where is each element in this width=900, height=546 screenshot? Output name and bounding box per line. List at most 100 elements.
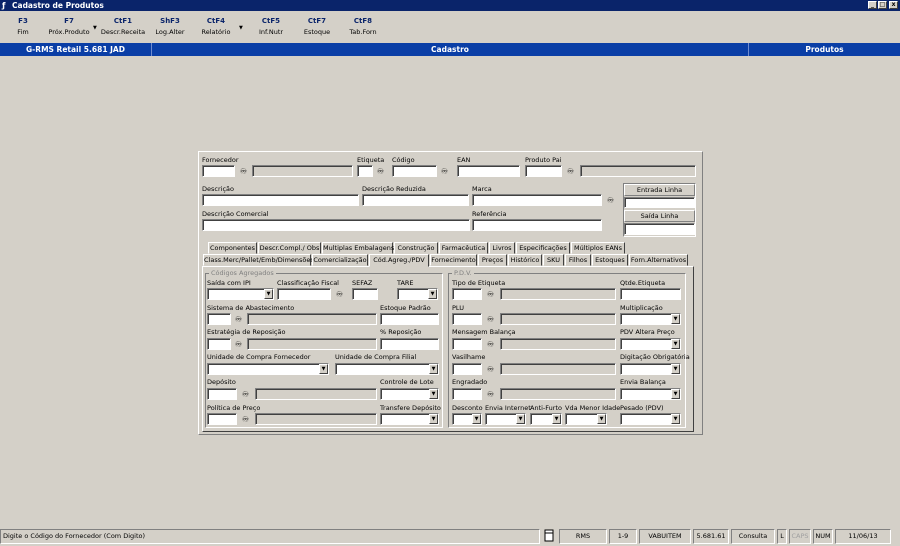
produto-pai-input[interactable] xyxy=(525,165,562,177)
chevron-down-icon[interactable]: ▼ xyxy=(264,289,273,299)
toolbar-tab-forn-button[interactable]: CtF8 Tab.Forn xyxy=(346,16,380,40)
codigo-input[interactable] xyxy=(392,165,437,177)
unidade-compra-filial-select[interactable]: ▼ xyxy=(335,363,439,375)
toolbar-inf-nutr-button[interactable]: CtF5 Inf.Nutr xyxy=(254,16,288,40)
chevron-down-icon[interactable]: ▼ xyxy=(671,389,680,399)
minimize-button[interactable]: _ xyxy=(868,1,877,9)
tab-fornecimento[interactable]: Fornecimento xyxy=(430,254,477,266)
chevron-down-icon[interactable]: ▼ xyxy=(671,414,680,424)
ean-input[interactable] xyxy=(457,165,520,177)
toolbar-log-alter-button[interactable]: ShF3 Log.Alter xyxy=(152,16,188,40)
binoculars-search-icon[interactable]: ♾ xyxy=(485,314,496,325)
transfere-deposito-select[interactable]: ▼ xyxy=(380,413,439,425)
desconto-select[interactable]: ▼ xyxy=(452,413,482,425)
dropdown-arrow-icon[interactable]: ▼ xyxy=(239,25,243,31)
mensagem-balanca-input[interactable] xyxy=(452,338,482,350)
vda-menor-idade-select[interactable]: ▼ xyxy=(565,413,607,425)
vasilhame-input[interactable] xyxy=(452,363,482,375)
multiplicacao-select[interactable]: ▼ xyxy=(620,313,681,325)
pdv-altera-preco-select[interactable]: ▼ xyxy=(620,338,681,350)
plu-input[interactable] xyxy=(452,313,482,325)
tab-cod-agreg-pdv[interactable]: Cód.Agreg./PDV xyxy=(369,254,429,267)
toolbar-proximo-produto-button[interactable]: F7 Próx.Produto xyxy=(45,16,93,40)
chevron-down-icon[interactable]: ▼ xyxy=(516,414,525,424)
tab-construcao[interactable]: Construção xyxy=(394,242,438,254)
binoculars-search-icon[interactable]: ♾ xyxy=(240,389,251,400)
tab-forn-alternativos[interactable]: Forn.Alternativos xyxy=(629,254,688,266)
binoculars-search-icon[interactable]: ♾ xyxy=(485,339,496,350)
tab-sku[interactable]: SKU xyxy=(543,254,564,266)
binoculars-search-icon[interactable]: ♾ xyxy=(375,166,386,177)
unidade-compra-fornecedor-select[interactable]: ▼ xyxy=(207,363,329,375)
tab-filhos[interactable]: Filhos xyxy=(565,254,591,266)
binoculars-search-icon[interactable]: ♾ xyxy=(233,314,244,325)
toolbar-relatorio-button[interactable]: CtF4 Relatório xyxy=(198,16,234,40)
controle-lote-select[interactable]: ▼ xyxy=(380,388,439,400)
toolbar-estoque-button[interactable]: CtF7 Estoque xyxy=(300,16,334,40)
tab-multiplos-eans[interactable]: Múltiplos EANs xyxy=(571,242,625,254)
chevron-down-icon[interactable]: ▼ xyxy=(597,414,606,424)
anti-furto-select[interactable]: ▼ xyxy=(530,413,562,425)
tab-class-merc[interactable]: Class.Merc/Pallet/Emb/Dimensões xyxy=(203,254,314,266)
tare-select[interactable]: ▼ xyxy=(397,288,438,300)
tipo-etiqueta-input[interactable] xyxy=(452,288,482,300)
tab-componentes[interactable]: Componentes xyxy=(208,242,257,254)
binoculars-search-icon[interactable]: ♾ xyxy=(605,195,616,206)
fornecedor-input[interactable] xyxy=(202,165,235,177)
tab-historico[interactable]: Histórico xyxy=(508,254,542,266)
binoculars-search-icon[interactable]: ♾ xyxy=(565,166,576,177)
descricao-input[interactable] xyxy=(202,194,359,206)
pct-reposicao-input[interactable] xyxy=(380,338,439,350)
tab-multiplas-embalagens[interactable]: Multiplas Embalagens xyxy=(322,242,394,254)
chevron-down-icon[interactable]: ▼ xyxy=(429,364,438,374)
tab-livros[interactable]: Livros xyxy=(489,242,515,254)
chevron-down-icon[interactable]: ▼ xyxy=(671,339,680,349)
chevron-down-icon[interactable]: ▼ xyxy=(552,414,561,424)
close-button[interactable]: x xyxy=(889,1,898,9)
pesado-pdv-select[interactable]: ▼ xyxy=(620,413,681,425)
chevron-down-icon[interactable]: ▼ xyxy=(429,414,438,424)
chevron-down-icon[interactable]: ▼ xyxy=(671,314,680,324)
binoculars-search-icon[interactable]: ♾ xyxy=(439,166,450,177)
chevron-down-icon[interactable]: ▼ xyxy=(472,414,481,424)
toolbar-fim-button[interactable]: F3 Fim xyxy=(8,16,38,40)
binoculars-search-icon[interactable]: ♾ xyxy=(233,339,244,350)
etiqueta-input[interactable] xyxy=(357,165,373,177)
tab-farmaceutica[interactable]: Farmacêutica xyxy=(439,242,488,254)
engradado-input[interactable] xyxy=(452,388,482,400)
binoculars-search-icon[interactable]: ♾ xyxy=(238,166,249,177)
referencia-input[interactable] xyxy=(472,219,602,231)
envia-internet-select[interactable]: ▼ xyxy=(485,413,526,425)
entrada-linha-field[interactable] xyxy=(624,197,695,208)
tab-precos[interactable]: Preços xyxy=(478,254,507,266)
saida-linha-field[interactable] xyxy=(624,223,695,235)
tab-especificacoes[interactable]: Especificações xyxy=(516,242,570,254)
chevron-down-icon[interactable]: ▼ xyxy=(429,389,438,399)
chevron-down-icon[interactable]: ▼ xyxy=(319,364,328,374)
saida-ipi-select[interactable]: ▼ xyxy=(207,288,274,300)
marca-input[interactable] xyxy=(472,194,602,206)
estoque-padrao-input[interactable] xyxy=(380,313,439,325)
binoculars-search-icon[interactable]: ♾ xyxy=(240,414,251,425)
descricao-comercial-input[interactable] xyxy=(202,219,470,231)
sefaz-input[interactable] xyxy=(352,288,378,300)
binoculars-search-icon[interactable]: ♾ xyxy=(485,389,496,400)
dropdown-arrow-icon[interactable]: ▼ xyxy=(93,25,97,31)
descricao-reduzida-input[interactable] xyxy=(362,194,469,206)
chevron-down-icon[interactable]: ▼ xyxy=(428,289,437,299)
digitacao-obrigatoria-select[interactable]: ▼ xyxy=(620,363,681,375)
estrategia-reposicao-input[interactable] xyxy=(207,338,231,350)
binoculars-search-icon[interactable]: ♾ xyxy=(485,364,496,375)
toolbar-descr-receita-button[interactable]: CtF1 Descr.Receita xyxy=(100,16,146,40)
tab-estoques[interactable]: Estoques xyxy=(592,254,628,266)
tab-descr-compl-obs[interactable]: Descr.Compl./ Obs xyxy=(258,242,321,254)
classificacao-fiscal-input[interactable] xyxy=(277,288,331,300)
deposito-input[interactable] xyxy=(207,388,237,400)
chevron-down-icon[interactable]: ▼ xyxy=(671,364,680,374)
binoculars-search-icon[interactable]: ♾ xyxy=(334,289,345,300)
sistema-abastecimento-input[interactable] xyxy=(207,313,231,325)
tab-comercializacao[interactable]: Comercialização xyxy=(312,254,368,266)
binoculars-search-icon[interactable]: ♾ xyxy=(485,289,496,300)
envia-balanca-select[interactable]: ▼ xyxy=(620,388,681,400)
qtde-etiqueta-input[interactable] xyxy=(620,288,681,300)
